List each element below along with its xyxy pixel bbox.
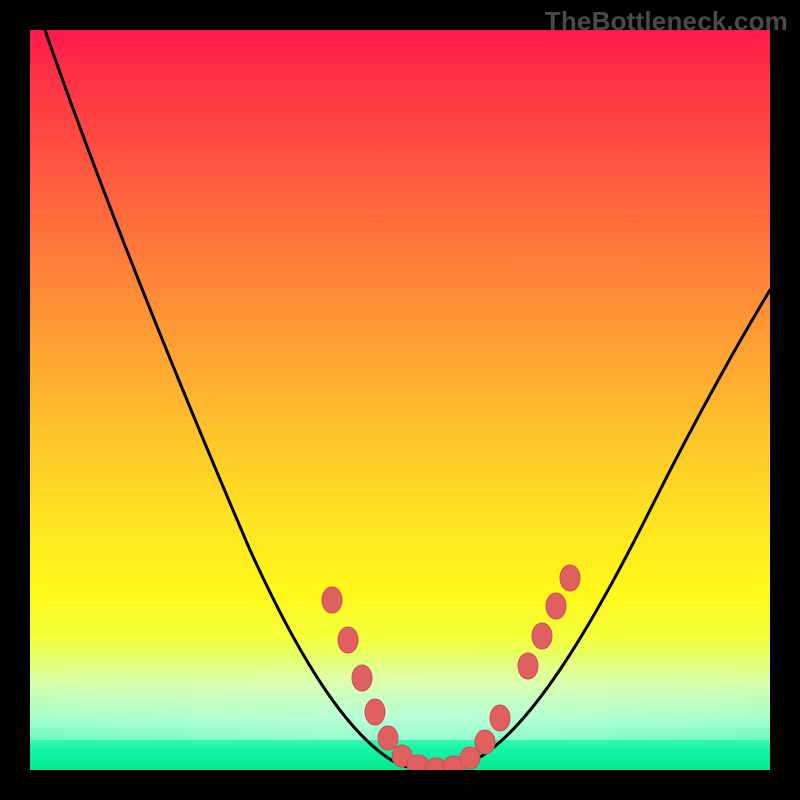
marker-dot xyxy=(546,593,566,619)
marker-dot xyxy=(490,705,510,731)
marker-dot xyxy=(322,587,342,613)
chart-svg xyxy=(30,30,770,770)
marker-dot xyxy=(378,726,398,750)
marker-dot xyxy=(518,653,538,679)
marker-dot xyxy=(560,565,580,591)
marker-dot xyxy=(365,699,385,725)
plot-background-gradient xyxy=(30,30,770,770)
bottleneck-curve-path xyxy=(45,30,770,770)
marker-dot xyxy=(532,623,552,649)
marker-dot xyxy=(460,747,480,769)
marker-dot xyxy=(352,665,372,691)
marker-group xyxy=(322,565,580,770)
chart-frame: TheBottleneck.com xyxy=(0,0,800,800)
marker-dot xyxy=(475,730,495,754)
marker-dot xyxy=(338,627,358,653)
